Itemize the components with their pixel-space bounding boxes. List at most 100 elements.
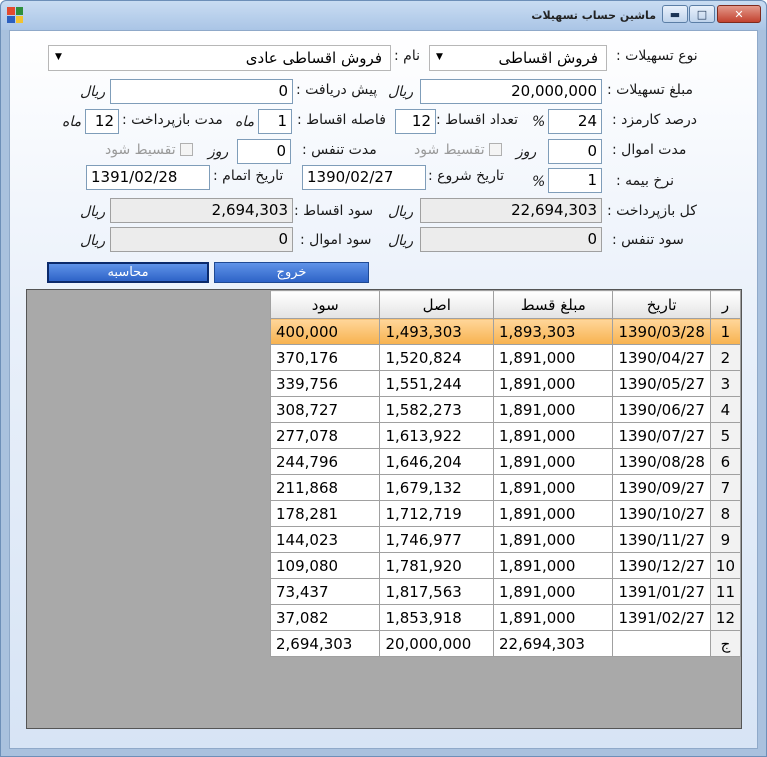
cell-date: 1390/11/27 (612, 526, 711, 553)
insurance-input[interactable]: 1 (548, 168, 602, 193)
cell-amount: 1,891,000 (493, 448, 614, 475)
col-header-rn[interactable]: ر (709, 290, 742, 319)
cell-amount: 1,891,000 (493, 552, 614, 579)
count-input[interactable]: 12 (395, 109, 436, 134)
table-row[interactable]: 7 1390/09/27 1,891,000 1,679,132 211,868 (269, 474, 742, 501)
cell-date: 1391/02/27 (612, 604, 711, 631)
cell-date: 1390/07/27 (612, 422, 711, 449)
start-date-input[interactable]: 1390/02/27 (302, 165, 426, 190)
checkbox-box (488, 143, 502, 156)
prepay-unit: ریال (80, 84, 106, 100)
end-date-label: تاریخ اتمام : (213, 168, 284, 184)
cell-principal: 1,712,719 (379, 500, 495, 527)
tanaffos-check-label: تقسیط شود (105, 142, 176, 158)
end-date-input[interactable]: 1391/02/28 (86, 165, 210, 190)
prepay-input[interactable]: 0 (110, 79, 293, 104)
checkbox-box (179, 143, 193, 156)
table-row[interactable]: 2 1390/04/27 1,891,000 1,520,824 370,176 (269, 344, 742, 371)
cell-principal: 1,646,204 (379, 448, 495, 475)
cell-interest: 277,078 (269, 422, 381, 449)
loan-type-label: نوع تسهیلات : (616, 48, 698, 64)
insurance-unit: % (532, 174, 546, 190)
tanaffos-profit-label: سود تنفس : (612, 232, 684, 248)
amwal-installment-checkbox[interactable]: تقسیط شود (414, 142, 502, 158)
table-row[interactable]: 1 1390/03/28 1,893,303 1,493,303 400,000 (269, 318, 742, 345)
table-total-row[interactable]: ج 22,694,303 20,000,000 2,694,303 (269, 630, 742, 657)
table-row[interactable]: 9 1390/11/27 1,891,000 1,746,977 144,023 (269, 526, 742, 553)
loan-amount-input[interactable]: 20,000,000 (420, 79, 602, 104)
loan-type-select[interactable]: فروش اقساطی ▼ (429, 45, 607, 71)
interval-input[interactable]: 1 (258, 109, 292, 134)
total-cell-date (612, 630, 711, 657)
exit-button[interactable]: خروج (214, 262, 369, 283)
cell-interest: 109,080 (269, 552, 381, 579)
col-header-interest[interactable]: سود (269, 290, 381, 319)
close-button[interactable]: ✕ (717, 5, 761, 23)
installment-profit-unit: ریال (80, 204, 106, 220)
total-cell-principal: 20,000,000 (379, 630, 495, 657)
repay-input[interactable]: 12 (85, 109, 119, 134)
cell-date: 1391/01/27 (612, 578, 711, 605)
name-label: نام : (394, 48, 420, 64)
cell-date: 1390/08/28 (612, 448, 711, 475)
calculate-button[interactable]: محاسبه (47, 262, 209, 283)
cell-amount: 1,891,000 (493, 604, 614, 631)
table-row[interactable]: 11 1391/01/27 1,891,000 1,817,563 73,437 (269, 578, 742, 605)
installments-grid[interactable]: ر تاریخ مبلغ قسط اصل سود 1 1390/03/28 1,89… (26, 289, 742, 729)
installment-profit-label: سود اقساط : (294, 203, 374, 219)
tanaffos-installment-checkbox[interactable]: تقسیط شود (105, 142, 193, 158)
cell-date: 1390/12/27 (612, 552, 711, 579)
cell-rn: 11 (709, 578, 742, 605)
cell-interest: 178,281 (269, 500, 381, 527)
cell-rn: 1 (709, 318, 742, 345)
cell-principal: 1,817,563 (379, 578, 495, 605)
cell-interest: 144,023 (269, 526, 381, 553)
cell-rn: 9 (709, 526, 742, 553)
chevron-down-icon: ▼ (55, 52, 62, 62)
col-header-amount[interactable]: مبلغ قسط (493, 290, 614, 319)
amwal-input[interactable]: 0 (548, 139, 602, 164)
interval-unit: ماه (235, 114, 255, 130)
cell-principal: 1,520,824 (379, 344, 495, 371)
repay-unit: ماه (62, 114, 82, 130)
table-row[interactable]: 4 1390/06/27 1,891,000 1,582,273 308,727 (269, 396, 742, 423)
fee-label: درصد کارمزد : (612, 112, 697, 128)
table-row[interactable]: 6 1390/08/28 1,891,000 1,646,204 244,796 (269, 448, 742, 475)
cell-amount: 1,891,000 (493, 396, 614, 423)
prepay-label: پیش دریافت : (296, 82, 378, 98)
table-row[interactable]: 12 1391/02/27 1,891,000 1,853,918 37,082 (269, 604, 742, 631)
client-area: نوع تسهیلات : فروش اقساطی ▼ نام : فروش ا… (9, 30, 758, 749)
app-window: ماشین حساب تسهیلات ▬ □ ✕ نوع تسهیلات : ف… (0, 0, 767, 757)
table-row[interactable]: 10 1390/12/27 1,891,000 1,781,920 109,080 (269, 552, 742, 579)
total-cell-rn: ج (709, 630, 742, 657)
name-select[interactable]: فروش اقساطی عادی ▼ (48, 45, 391, 71)
name-value: فروش اقساطی عادی (245, 49, 382, 67)
cell-rn: 5 (709, 422, 742, 449)
tanaffos-label: مدت تنفس : (302, 142, 377, 158)
fee-input[interactable]: 24 (548, 109, 602, 134)
cell-interest: 73,437 (269, 578, 381, 605)
amwal-label: مدت اموال : (612, 142, 687, 158)
col-header-principal[interactable]: اصل (379, 290, 495, 319)
insurance-label: نرخ بیمه : (616, 173, 674, 189)
cell-interest: 400,000 (269, 318, 381, 345)
amwal-profit-unit: ریال (80, 233, 106, 249)
title-bar[interactable]: ماشین حساب تسهیلات ▬ □ ✕ (1, 1, 766, 30)
tanaffos-input[interactable]: 0 (237, 139, 291, 164)
cell-rn: 4 (709, 396, 742, 423)
installments-table: ر تاریخ مبلغ قسط اصل سود 1 1390/03/28 1,89… (269, 290, 742, 657)
minimize-button[interactable]: ▬ (662, 5, 688, 23)
table-row[interactable]: 3 1390/05/27 1,891,000 1,551,244 339,756 (269, 370, 742, 397)
repay-label: مدت بازپرداخت : (122, 112, 223, 128)
cell-amount: 1,891,000 (493, 422, 614, 449)
table-header-row: ر تاریخ مبلغ قسط اصل سود (269, 290, 742, 319)
table-row[interactable]: 8 1390/10/27 1,891,000 1,712,719 178,281 (269, 500, 742, 527)
col-header-date[interactable]: تاریخ (612, 290, 711, 319)
cell-rn: 8 (709, 500, 742, 527)
app-icon (7, 7, 23, 23)
cell-rn: 12 (709, 604, 742, 631)
table-row[interactable]: 5 1390/07/27 1,891,000 1,613,922 277,078 (269, 422, 742, 449)
maximize-button[interactable]: □ (689, 5, 715, 23)
total-output: 22,694,303 (420, 198, 602, 223)
installment-profit-output: 2,694,303 (110, 198, 293, 223)
